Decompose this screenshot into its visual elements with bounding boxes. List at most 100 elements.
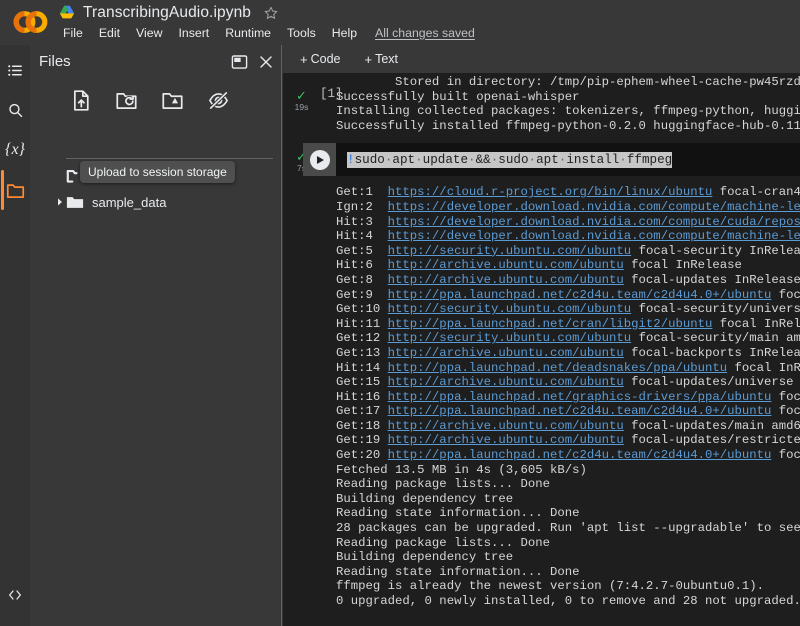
output-link[interactable]: https://developer.download.nvidia.com/co… bbox=[388, 200, 800, 214]
menu-tools[interactable]: Tools bbox=[279, 24, 324, 42]
add-text-cell-button[interactable]: + Text bbox=[360, 50, 402, 68]
output-link[interactable]: http://ppa.launchpad.net/c2d4u.team/c2d4… bbox=[388, 404, 772, 418]
notebook-cell-2[interactable]: ✓ 7s !sudo·apt·update·&&·sudo·apt·instal… bbox=[283, 143, 800, 609]
files-panel: Files sample_data Upload to session stor… bbox=[30, 45, 282, 626]
menu-help[interactable]: Help bbox=[324, 24, 365, 42]
cell-1-output: Stored in directory: /tmp/pip-ephem-whee… bbox=[283, 73, 800, 133]
output-line: Reading package lists... Done bbox=[336, 535, 551, 550]
output-link[interactable]: http://archive.ubuntu.com/ubuntu bbox=[388, 419, 624, 433]
output-line: Reading package lists... Done bbox=[336, 477, 551, 492]
output-line: Get:8 http://archive.ubuntu.com/ubuntu f… bbox=[336, 272, 800, 287]
list-item[interactable]: sample_data bbox=[30, 189, 282, 215]
files-panel-header-actions bbox=[231, 54, 274, 70]
output-line: Get:20 http://ppa.launchpad.net/c2d4u.te… bbox=[336, 448, 800, 463]
code-editor-shell[interactable]: !sudo·apt·update·&&·sudo·apt·install·ffm… bbox=[303, 143, 800, 177]
code-text-selected[interactable]: !sudo·apt·update·&&·sudo·apt·install·ffm… bbox=[347, 151, 673, 168]
notebook-area: + Code + Text ✓ 19s [1] Stored in direct… bbox=[283, 45, 800, 626]
output-line: Get:9 http://ppa.launchpad.net/c2d4u.tea… bbox=[336, 287, 800, 302]
output-link[interactable]: http://archive.ubuntu.com/ubuntu bbox=[388, 273, 624, 287]
play-icon bbox=[309, 149, 330, 170]
output-line: Successfully installed ffmpeg-python-0.2… bbox=[336, 118, 800, 133]
space-dot: · bbox=[468, 152, 476, 167]
run-cell-button[interactable] bbox=[303, 143, 336, 177]
output-link[interactable]: https://cloud.r-project.org/bin/linux/ub… bbox=[388, 185, 713, 199]
page-title[interactable]: TranscribingAudio.ipynb bbox=[83, 4, 251, 22]
output-link[interactable]: http://security.ubuntu.com/ubuntu bbox=[388, 331, 632, 345]
output-line: Building dependency tree bbox=[336, 550, 514, 565]
output-line: Fetched 13.5 MB in 4s (3,605 kB/s) bbox=[336, 462, 587, 477]
output-line: Installing collected packages: tokenizer… bbox=[336, 104, 800, 119]
output-line: Building dependency tree bbox=[336, 491, 514, 506]
sidebar-item-search[interactable] bbox=[0, 90, 30, 130]
tooltip-upload-to-session-storage: Upload to session storage bbox=[80, 161, 235, 183]
panel-icon[interactable] bbox=[231, 54, 248, 70]
output-line: 0 upgraded, 0 newly installed, 0 to remo… bbox=[336, 594, 800, 608]
add-code-cell-button[interactable]: + Code bbox=[296, 50, 344, 68]
folder-icon bbox=[6, 183, 24, 198]
output-link[interactable]: http://ppa.launchpad.net/graphics-driver… bbox=[388, 390, 772, 404]
output-line: Get:5 http://security.ubuntu.com/ubuntu … bbox=[336, 243, 800, 258]
sidebar-item-variables[interactable]: {x} bbox=[0, 130, 30, 170]
files-panel-title: Files bbox=[39, 53, 71, 70]
app-header: TranscribingAudio.ipynb File Edit View I… bbox=[0, 0, 800, 45]
close-icon[interactable] bbox=[258, 54, 274, 70]
output-link[interactable]: http://archive.ubuntu.com/ubuntu bbox=[388, 258, 624, 272]
shell-bang-prefix: ! bbox=[347, 152, 355, 167]
output-link[interactable]: http://security.ubuntu.com/ubuntu bbox=[388, 244, 632, 258]
list-item-label: sample_data bbox=[92, 194, 167, 210]
refresh-folder-icon[interactable] bbox=[116, 91, 137, 110]
upload-file-icon[interactable] bbox=[72, 89, 91, 111]
mount-drive-icon[interactable] bbox=[162, 91, 183, 110]
save-status-link[interactable]: All changes saved bbox=[375, 26, 475, 40]
output-link[interactable]: http://ppa.launchpad.net/cran/libgit2/ub… bbox=[388, 317, 713, 331]
green-check-icon: ✓ bbox=[296, 88, 307, 103]
output-line: Get:13 http://archive.ubuntu.com/ubuntu … bbox=[336, 345, 800, 360]
output-link[interactable]: http://archive.ubuntu.com/ubuntu bbox=[388, 375, 624, 389]
output-link[interactable]: https://developer.download.nvidia.com/co… bbox=[388, 229, 800, 243]
space-dot: · bbox=[415, 152, 423, 167]
output-line: Get:15 http://archive.ubuntu.com/ubuntu … bbox=[336, 375, 800, 390]
menu-runtime[interactable]: Runtime bbox=[217, 24, 279, 42]
cell-1-runtime: 19s bbox=[294, 102, 309, 112]
colab-logo-icon[interactable] bbox=[10, 4, 50, 40]
output-line: Get:17 http://ppa.launchpad.net/c2d4u.te… bbox=[336, 404, 800, 419]
output-link[interactable]: http://archive.ubuntu.com/ubuntu bbox=[388, 346, 624, 360]
eye-off-icon[interactable] bbox=[208, 91, 229, 110]
output-line: Get:18 http://archive.ubuntu.com/ubuntu … bbox=[336, 418, 800, 433]
code-input-line[interactable]: !sudo·apt·update·&&·sudo·apt·install·ffm… bbox=[336, 143, 800, 176]
output-link[interactable]: https://developer.download.nvidia.com/co… bbox=[388, 215, 800, 229]
notebook-cell-1[interactable]: ✓ 19s [1] Stored in directory: /tmp/pip-… bbox=[283, 73, 800, 134]
menu-file[interactable]: File bbox=[55, 24, 91, 42]
output-line: Successfully built openai-whisper bbox=[336, 89, 580, 104]
star-outline-icon[interactable] bbox=[263, 5, 279, 21]
files-panel-toolbar bbox=[30, 83, 282, 117]
variables-braces-icon: {x} bbox=[5, 141, 25, 158]
sidebar-item-terminal[interactable] bbox=[0, 613, 30, 626]
menu-edit[interactable]: Edit bbox=[91, 24, 128, 42]
output-line: Reading state information... Done bbox=[336, 564, 580, 579]
search-icon bbox=[8, 103, 22, 117]
menu-view[interactable]: View bbox=[128, 24, 170, 42]
add-code-cell-label: Code bbox=[310, 52, 341, 66]
output-line: 28 packages can be upgraded. Run 'apt li… bbox=[336, 521, 800, 536]
output-link[interactable]: http://archive.ubuntu.com/ubuntu bbox=[388, 433, 624, 447]
files-panel-header: Files bbox=[30, 45, 282, 85]
output-link[interactable]: http://ppa.launchpad.net/deadsnakes/ppa/… bbox=[388, 361, 727, 375]
output-link[interactable]: http://ppa.launchpad.net/c2d4u.team/c2d4… bbox=[388, 448, 772, 462]
menu-insert[interactable]: Insert bbox=[170, 24, 217, 42]
files-toolbar-divider bbox=[66, 158, 273, 159]
output-line: Hit:14 http://ppa.launchpad.net/deadsnak… bbox=[336, 360, 800, 375]
chevron-right-icon[interactable] bbox=[55, 197, 65, 207]
left-icon-rail: {x} bbox=[0, 45, 30, 626]
sidebar-item-table-of-contents[interactable] bbox=[0, 50, 30, 90]
sidebar-item-files[interactable] bbox=[0, 170, 30, 210]
space-dot: · bbox=[558, 152, 567, 167]
output-line: Get:1 https://cloud.r-project.org/bin/li… bbox=[336, 185, 800, 200]
sidebar-item-code-snippets[interactable] bbox=[0, 575, 30, 615]
output-line: Reading state information... Done bbox=[336, 506, 580, 521]
output-line: Hit:4 https://developer.download.nvidia.… bbox=[336, 229, 800, 244]
output-link[interactable]: http://ppa.launchpad.net/c2d4u.team/c2d4… bbox=[388, 288, 772, 302]
plus-icon: + bbox=[364, 51, 373, 67]
output-link[interactable]: http://security.ubuntu.com/ubuntu bbox=[388, 302, 632, 316]
space-dot: · bbox=[490, 152, 499, 167]
